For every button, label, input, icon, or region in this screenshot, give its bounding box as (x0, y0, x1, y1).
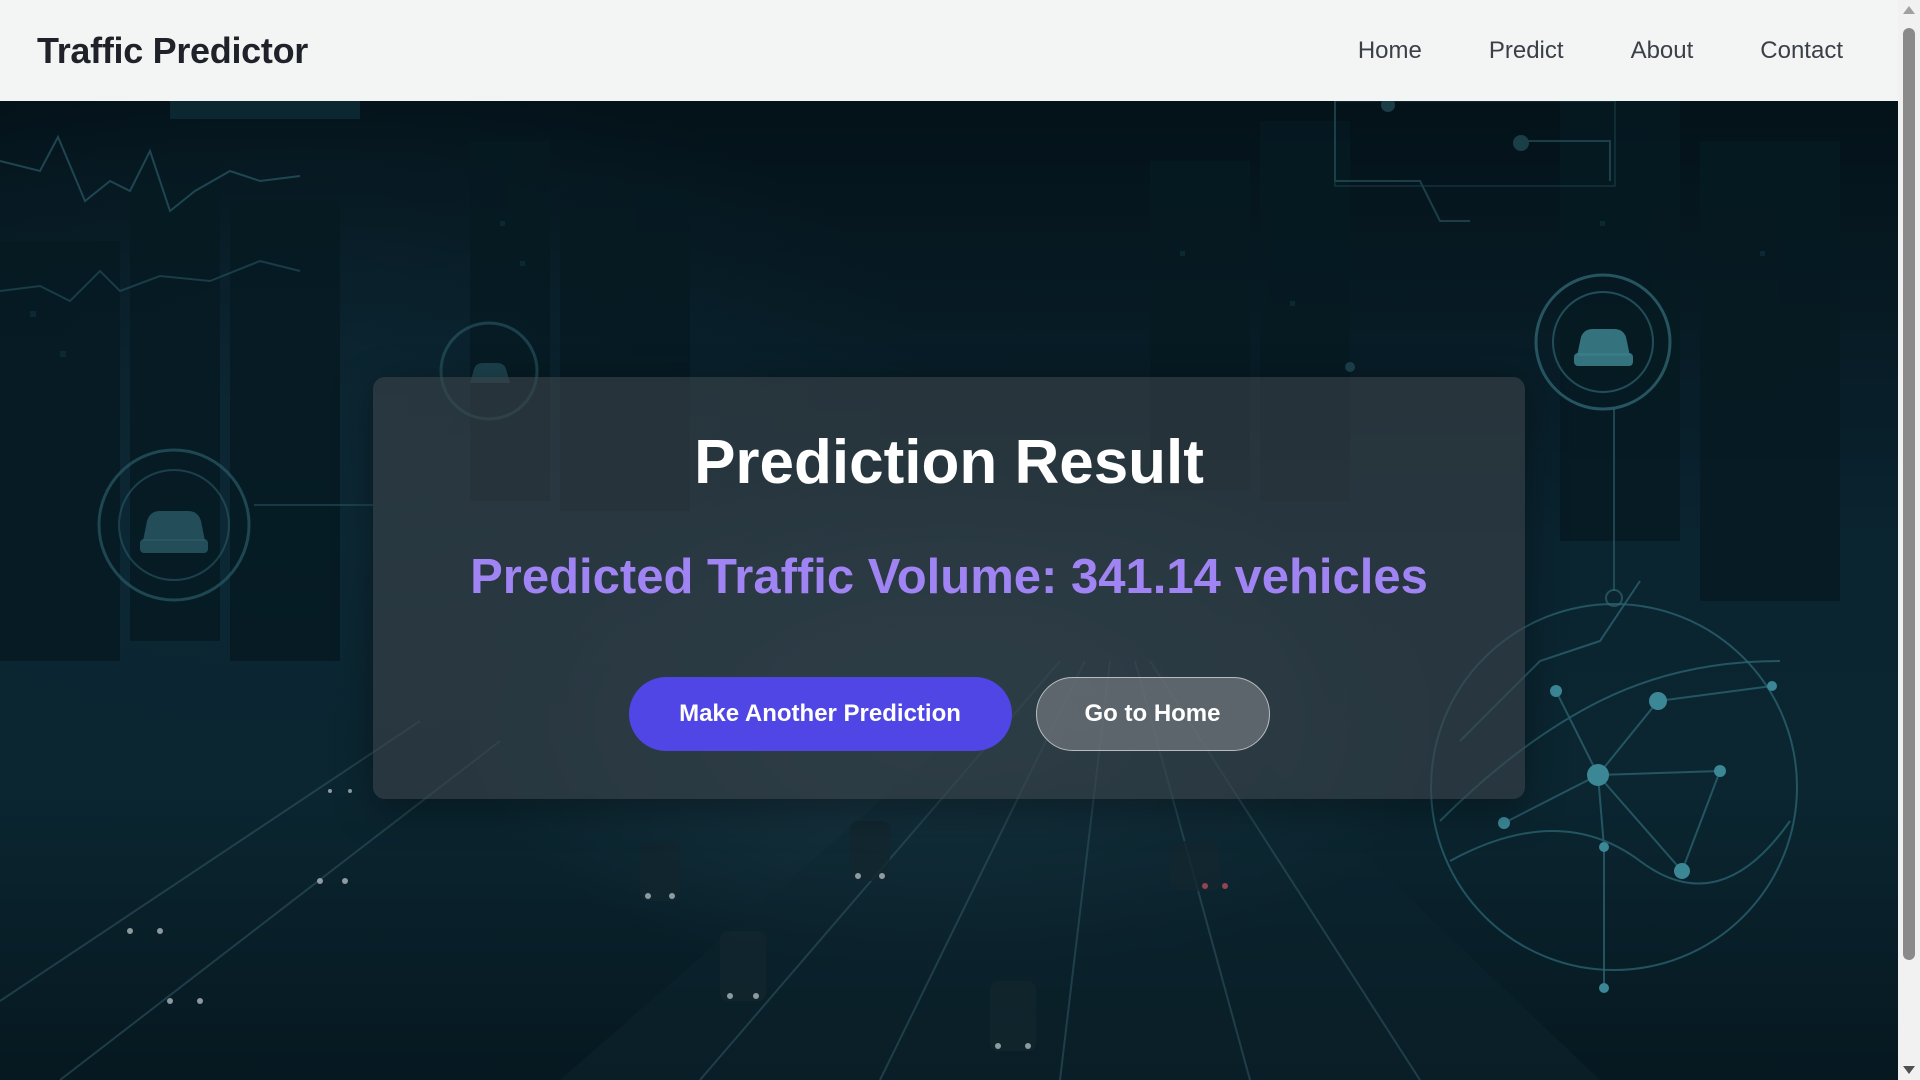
vertical-scrollbar[interactable] (1898, 0, 1920, 1080)
predicted-volume-text: Predicted Traffic Volume: 341.14 vehicle… (470, 550, 1428, 604)
scroll-down-arrow-icon[interactable] (1903, 1066, 1915, 1074)
make-another-prediction-button[interactable]: Make Another Prediction (628, 677, 1012, 751)
page-viewport: Traffic Predictor Home Predict About Con… (0, 0, 1898, 1080)
nav-link-home[interactable]: Home (1358, 37, 1422, 65)
scroll-thumb[interactable] (1903, 28, 1915, 960)
scroll-up-arrow-icon[interactable] (1903, 6, 1915, 14)
nav-link-predict[interactable]: Predict (1489, 37, 1564, 65)
prediction-result-card: Prediction Result Predicted Traffic Volu… (373, 377, 1525, 799)
nav-link-about[interactable]: About (1631, 37, 1694, 65)
nav-links: Home Predict About Contact (1358, 37, 1861, 65)
top-navbar: Traffic Predictor Home Predict About Con… (0, 0, 1898, 101)
action-buttons: Make Another Prediction Go to Home (373, 677, 1525, 751)
result-title: Prediction Result (694, 428, 1204, 497)
brand-logo-text[interactable]: Traffic Predictor (37, 30, 308, 72)
nav-link-contact[interactable]: Contact (1760, 37, 1843, 65)
go-to-home-button[interactable]: Go to Home (1035, 677, 1270, 751)
